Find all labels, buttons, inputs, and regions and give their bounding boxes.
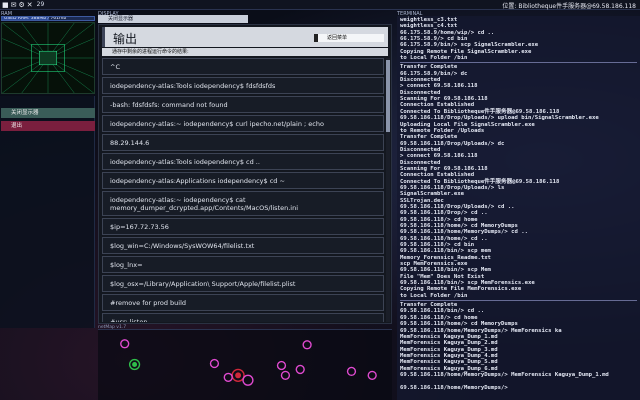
location-label: 位置: Bibliotheque件手服务器@69.58.186.118 (502, 3, 636, 10)
netmap-node[interactable] (242, 374, 254, 386)
output-row: ^C (102, 58, 384, 75)
terminal-separator (400, 300, 637, 302)
output-row: iodependency-atlas:Applications iodepend… (102, 172, 384, 189)
output-row: $log_osx=/Library/Application\ Support/A… (102, 275, 384, 292)
back-to-menu-button[interactable]: 返回菜单 (314, 34, 384, 42)
top-bar: ■ ✉ ⚙ ✕ 29 位置: Bibliotheque件手服务器@69.58.1… (0, 0, 640, 10)
cpu-visualizer (1, 22, 95, 94)
window-icon[interactable]: ■ (2, 1, 9, 9)
output-header: 输出 返回菜单 (102, 27, 388, 47)
netmap-node[interactable] (367, 370, 377, 380)
output-row: -bash: fdsfdsfs: command not found (102, 96, 384, 113)
netmap-node[interactable] (120, 339, 130, 349)
output-row: $ip=167.72.73.56 (102, 218, 384, 235)
display-panel: 输出 返回菜单 通存中剩余的进程运行命令的结果: ^C iodependency-… (98, 24, 392, 324)
terminal-output[interactable]: weightless_c3.txt weightless_c4.txt 66.175… (397, 16, 640, 400)
output-row: iodependency-atlas:~ iodependency$ cat m… (102, 191, 384, 216)
output-scrollbar[interactable] (386, 58, 390, 322)
terminal-line: to Local Folder /bin (400, 55, 468, 62)
output-row: $log_win=C:/Windows/SysWOW64/filelist.tx… (102, 237, 384, 254)
netmap-node[interactable] (223, 372, 233, 382)
netmap-node[interactable] (295, 364, 305, 375)
display-tab[interactable]: 关闭显示器 (98, 15, 248, 23)
ram-usage-bar: USED RAM: 388Mb / 761mb (1, 16, 95, 21)
netmap-node[interactable] (209, 358, 220, 369)
terminal-line: 69.58.186.118/home/MemoryDumps/> (400, 384, 508, 391)
netmap-node[interactable] (346, 366, 357, 377)
output-row: 88.29.144.6 (102, 134, 384, 151)
terminal-line: to Local Folder /bin (400, 292, 468, 299)
netmap-node[interactable] (280, 370, 291, 380)
output-row: #usr: listen (102, 313, 384, 322)
output-row: iodependency-atlas:Tools iodependency$ f… (102, 77, 384, 94)
cpu-visualizer-graphic (2, 23, 94, 93)
ram-usage-text: USED RAM: 388Mb / 761mb (4, 16, 67, 21)
top-bar-icons: ■ ✉ ⚙ ✕ (0, 1, 33, 9)
netmap-node[interactable] (302, 340, 312, 350)
output-row: iodependency-atlas:Tools iodependency$ c… (102, 153, 384, 170)
netmap (98, 329, 392, 400)
terminal-line: 69.58.186.118/home/MemoryDumps/> MemFore… (400, 371, 609, 378)
terminal-separator (400, 62, 637, 64)
output-scrollbar-thumb[interactable] (386, 60, 390, 132)
close-display-button[interactable]: 关闭显示器 (1, 108, 95, 118)
settings-icon[interactable]: ⚙ (19, 1, 25, 9)
netmap-node-home-core (132, 362, 138, 367)
exit-button[interactable]: 退出 (1, 121, 95, 131)
netmap-node[interactable] (276, 360, 287, 371)
output-title: 输出 (113, 32, 138, 46)
mail-icon[interactable]: ✉ (11, 1, 17, 9)
output-subtitle: 通存中剩余的进程运行命令的结果: (102, 48, 388, 56)
output-list: ^C iodependency-atlas:Tools iodependency$… (102, 58, 384, 322)
netmap-node-active-core (235, 372, 242, 379)
top-bar-number: 29 (36, 1, 45, 8)
output-row: #remove for prod build (102, 294, 384, 311)
close-icon[interactable]: ✕ (27, 1, 33, 9)
output-row: iodependency-atlas:~ iodependency$ curl … (102, 115, 384, 132)
netmap-graphic (120, 339, 377, 386)
output-row: $log_lnx= (102, 256, 384, 273)
